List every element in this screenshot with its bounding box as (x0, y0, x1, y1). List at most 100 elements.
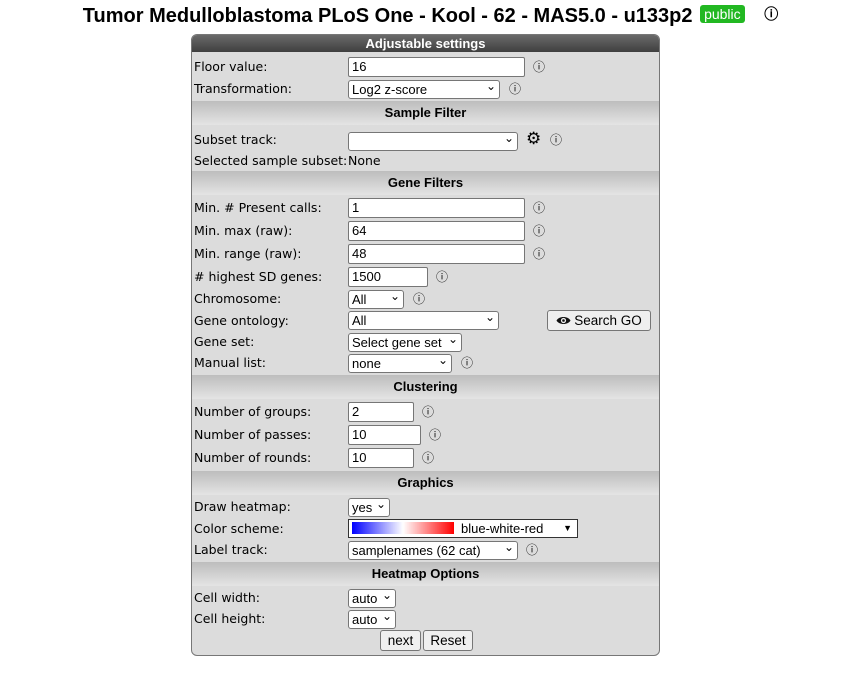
info-icon[interactable]: ⓘ (526, 539, 538, 561)
min-present-input[interactable]: 1 (348, 198, 525, 218)
floor-value-label: Floor value: (194, 59, 268, 74)
info-icon[interactable]: ⓘ (422, 447, 434, 469)
passes-label: Number of passes: (194, 427, 312, 442)
manual-list-label: Manual list: (194, 355, 266, 370)
chevron-down-icon (504, 542, 514, 559)
chevron-down-icon (504, 133, 514, 150)
chevron-down-icon (382, 590, 392, 607)
graphics-header: Graphics (192, 471, 659, 495)
gene-ontology-label: Gene ontology: (194, 313, 289, 328)
passes-row: Number of passes: 10 ⓘ (194, 424, 654, 446)
chromosome-select[interactable]: All (348, 290, 404, 309)
min-present-row: Min. # Present calls: 1 ⓘ (194, 197, 654, 219)
label-track-select[interactable]: samplenames (62 cat) (348, 541, 518, 560)
info-icon[interactable]: ⓘ (413, 288, 425, 310)
draw-heatmap-row: Draw heatmap: yes (194, 496, 654, 518)
chromosome-label: Chromosome: (194, 291, 282, 306)
reset-button[interactable]: Reset (423, 630, 473, 651)
color-scheme-selected: blue-white-red (461, 521, 544, 536)
groups-input[interactable]: 2 (348, 402, 414, 422)
cell-width-selected: auto (352, 591, 378, 606)
cell-width-label: Cell width: (194, 590, 261, 605)
info-icon[interactable]: ⓘ (764, 4, 778, 24)
min-max-label: Min. max (raw): (194, 223, 293, 238)
info-icon[interactable]: ⓘ (533, 197, 545, 219)
info-icon[interactable]: ⓘ (429, 424, 441, 446)
cell-height-selected: auto (352, 612, 378, 627)
subset-track-select[interactable] (348, 132, 518, 151)
transformation-row: Transformation: Log2 z-score ⓘ (194, 78, 654, 100)
chevron-down-icon (486, 81, 496, 98)
next-button[interactable]: next (380, 630, 421, 651)
manual-list-row: Manual list: none ⓘ (194, 352, 654, 374)
sd-genes-input[interactable]: 1500 (348, 267, 428, 287)
info-icon[interactable]: ⓘ (422, 401, 434, 423)
min-max-input[interactable]: 64 (348, 221, 525, 241)
color-scale-swatch (352, 522, 454, 534)
public-badge: public (700, 5, 745, 23)
floor-value-input[interactable]: 16 (348, 57, 525, 77)
chevron-down-icon (390, 291, 400, 308)
info-icon[interactable]: ⓘ (533, 220, 545, 242)
info-icon[interactable]: ⓘ (533, 243, 545, 265)
transformation-select[interactable]: Log2 z-score (348, 80, 500, 99)
panel-header: Adjustable settings (192, 35, 659, 52)
selected-subset-row: Selected sample subset: None (194, 150, 654, 172)
manual-list-selected: none (352, 356, 381, 371)
sd-genes-row: # highest SD genes: 1500 ⓘ (194, 266, 654, 288)
eye-icon (556, 316, 571, 325)
min-range-input[interactable]: 48 (348, 244, 525, 264)
cell-height-select[interactable]: auto (348, 610, 396, 629)
gene-set-selected: Select gene set (352, 335, 442, 350)
info-icon[interactable]: ⓘ (533, 56, 545, 78)
color-scheme-row: Color scheme: blue-white-red ▼ (194, 518, 654, 540)
min-max-row: Min. max (raw): 64 ⓘ (194, 220, 654, 242)
page-title: Tumor Medulloblastoma PLoS One - Kool - … (0, 4, 861, 28)
groups-label: Number of groups: (194, 404, 312, 419)
info-icon[interactable]: ⓘ (509, 78, 521, 100)
color-scheme-label: Color scheme: (194, 521, 284, 536)
gene-filters-header: Gene Filters (192, 171, 659, 195)
rounds-label: Number of rounds: (194, 450, 312, 465)
chevron-down-icon (448, 334, 458, 351)
cell-width-row: Cell width: auto (194, 587, 654, 609)
rounds-row: Number of rounds: 10 ⓘ (194, 447, 654, 469)
draw-heatmap-label: Draw heatmap: (194, 499, 291, 514)
transformation-label: Transformation: (194, 81, 292, 96)
chevron-down-icon: ▼ (563, 523, 572, 533)
chevron-down-icon (438, 355, 448, 372)
cell-width-select[interactable]: auto (348, 589, 396, 608)
info-icon[interactable]: ⓘ (461, 352, 473, 374)
color-scheme-select[interactable]: blue-white-red ▼ (348, 519, 578, 538)
search-go-button[interactable]: Search GO (547, 310, 651, 331)
info-icon[interactable]: ⓘ (550, 129, 562, 151)
chevron-down-icon (376, 499, 386, 516)
info-icon[interactable]: ⓘ (436, 266, 448, 288)
subset-track-row: Subset track: ⚙ ⓘ (194, 129, 654, 151)
gene-set-row: Gene set: Select gene set (194, 331, 654, 353)
page-title-text: Tumor Medulloblastoma PLoS One - Kool - … (82, 5, 693, 27)
rounds-input[interactable]: 10 (348, 448, 414, 468)
draw-heatmap-selected: yes (352, 500, 373, 515)
settings-panel: Adjustable settings Floor value: 16 ⓘ Tr… (191, 34, 660, 656)
gene-ontology-select[interactable]: All (348, 311, 499, 330)
sd-genes-label: # highest SD genes: (194, 269, 323, 284)
label-track-selected: samplenames (62 cat) (352, 543, 481, 558)
manual-list-select[interactable]: none (348, 354, 452, 373)
sample-filter-header: Sample Filter (192, 101, 659, 125)
passes-input[interactable]: 10 (348, 425, 421, 445)
label-track-row: Label track: samplenames (62 cat) ⓘ (194, 539, 654, 561)
floor-value-row: Floor value: 16 ⓘ (194, 56, 654, 78)
chevron-down-icon (382, 611, 392, 628)
heatmap-options-header: Heatmap Options (192, 562, 659, 586)
transformation-selected: Log2 z-score (352, 82, 428, 97)
min-range-label: Min. range (raw): (194, 246, 302, 261)
selected-subset-label: Selected sample subset: (194, 153, 348, 168)
chevron-down-icon (485, 312, 495, 329)
gear-icon[interactable]: ⚙ (526, 128, 541, 150)
chromosome-row: Chromosome: All ⓘ (194, 288, 654, 310)
chromosome-selected: All (352, 292, 367, 307)
gene-set-select[interactable]: Select gene set (348, 333, 462, 352)
selected-subset-value: None (348, 153, 381, 168)
draw-heatmap-select[interactable]: yes (348, 498, 390, 517)
